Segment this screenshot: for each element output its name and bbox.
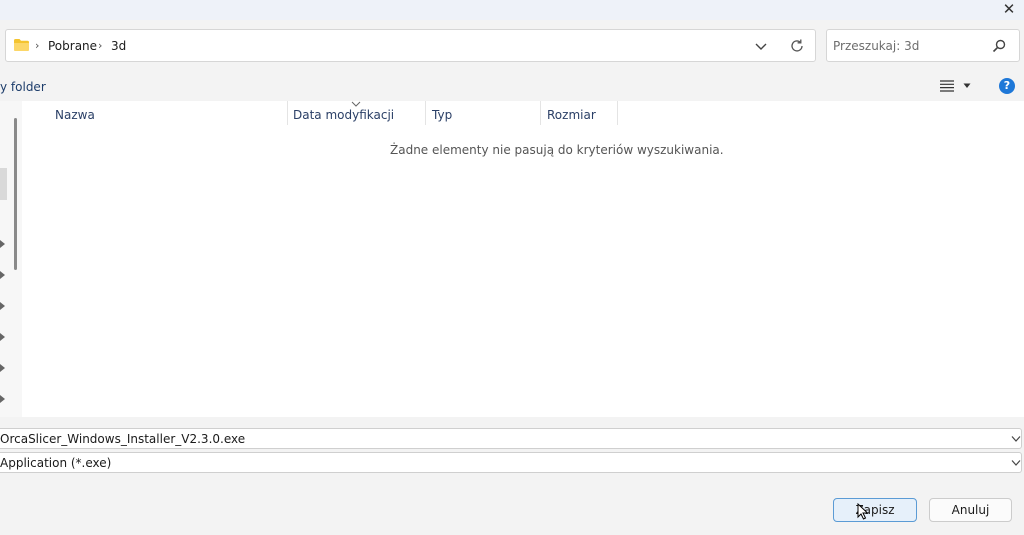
chevron-down-icon[interactable] [752, 37, 770, 55]
file-type-value[interactable]: Application (*.exe) [0, 456, 111, 470]
search-placeholder: Przeszukaj: 3d [833, 39, 920, 53]
column-header-name[interactable]: Nazwa [55, 108, 95, 122]
help-icon[interactable]: ? [999, 78, 1015, 94]
search-icon[interactable] [991, 38, 1007, 54]
expand-arrow-icon[interactable] [0, 271, 5, 279]
view-options-icon[interactable] [940, 80, 954, 92]
file-name-value[interactable]: OrcaSlicer_Windows_Installer_V2.3.0.exe [0, 432, 245, 446]
new-folder-button[interactable]: y folder [0, 80, 46, 94]
column-header-size[interactable]: Rozmiar [547, 108, 596, 122]
column-divider[interactable] [287, 101, 288, 125]
refresh-icon[interactable] [787, 36, 807, 56]
chevron-down-icon[interactable] [1011, 460, 1021, 466]
empty-state-message: Żadne elementy nie pasują do kryteriów w… [390, 143, 724, 157]
mouse-cursor-icon [857, 503, 869, 520]
sort-indicator-icon [351, 101, 361, 107]
expand-arrow-icon[interactable] [0, 302, 5, 310]
save-button[interactable]: Zapisz [833, 498, 917, 522]
breadcrumb-3d[interactable]: 3d [111, 39, 126, 53]
scrollbar[interactable] [14, 118, 17, 270]
expand-arrow-icon[interactable] [0, 240, 5, 248]
cancel-button[interactable]: Anuluj [929, 498, 1012, 522]
address-bar[interactable] [5, 29, 816, 62]
title-bar [0, 0, 1024, 20]
expand-arrow-icon[interactable] [0, 395, 5, 403]
column-divider[interactable] [425, 101, 426, 125]
file-type-select[interactable] [0, 452, 1022, 473]
column-divider[interactable] [540, 101, 541, 125]
view-caret-icon[interactable] [962, 83, 972, 89]
folder-icon [14, 39, 29, 51]
cancel-button-label: Anuluj [951, 503, 990, 517]
column-divider[interactable] [617, 101, 618, 125]
command-bar [0, 72, 1024, 101]
column-header-type[interactable]: Typ [432, 108, 452, 122]
expand-arrow-icon[interactable] [0, 333, 5, 341]
expand-arrow-icon[interactable] [0, 364, 5, 372]
chevron-right-icon: › [35, 39, 40, 52]
chevron-down-icon[interactable] [1011, 436, 1021, 442]
chevron-right-icon: › [98, 39, 103, 52]
nav-selected-item[interactable] [0, 168, 7, 200]
close-icon[interactable]: ✕ [994, 0, 1024, 18]
breadcrumb-pobrane[interactable]: Pobrane [48, 39, 97, 53]
column-header-date-modified[interactable]: Data modyfikacji [293, 108, 394, 122]
